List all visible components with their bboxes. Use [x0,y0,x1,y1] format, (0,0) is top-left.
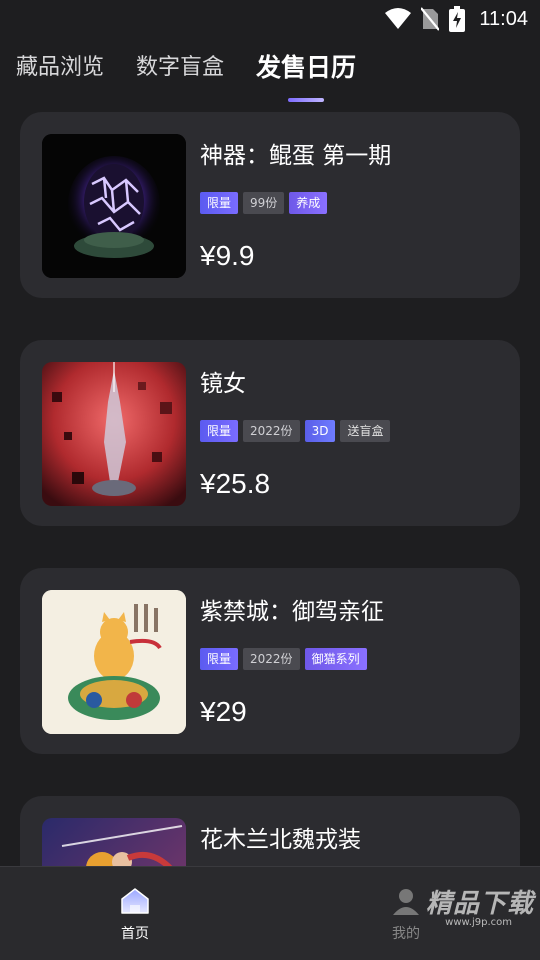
no-sim-icon [421,7,440,31]
tag-gift-blind-box: 送盲盒 [340,420,391,442]
tag-limited: 限量 [200,648,239,670]
home-icon [120,887,150,919]
item-tags: 限量 2022份 3D 送盲盒 [200,420,391,442]
item-tags: 限量 2022份 御猫系列 [200,648,367,670]
tag-edition-count: 2022份 [243,420,300,442]
item-thumbnail [42,134,186,278]
tab-release-calendar-label: 发售日历 [256,53,357,82]
item-title: 神器：鲲蛋 第一期 [200,143,392,169]
list-item[interactable]: 神器：鲲蛋 第一期 限量 99份 养成 ¥9.9 [20,112,520,298]
item-price: ¥9.9 [200,240,255,271]
tag-edition-count: 2022份 [243,648,300,670]
nav-home[interactable]: 首页 [105,887,165,943]
item-price: ¥29 [200,696,247,727]
item-thumbnail [42,362,186,506]
item-tags: 限量 99份 养成 [200,192,328,214]
watermark-text: 精品下载 [425,889,534,919]
watermark-logo: 精品下载 [426,883,534,920]
watermark-url: www.j9p.com [445,917,512,928]
battery-charging-icon [449,6,466,32]
item-price: ¥25.8 [200,468,271,499]
tag-edition-count: 99份 [243,192,285,214]
nav-mine-label: 我的 [392,926,420,942]
item-title: 紫禁城：御驾亲征 [200,599,384,625]
tag-3d: 3D [304,420,336,442]
tag-limited: 限量 [200,192,239,214]
status-time: 11:04 [479,7,528,30]
item-title: 花木兰北魏戎装 [200,827,361,853]
wifi-icon [385,8,412,30]
tab-release-calendar[interactable]: 发售日历 [256,46,357,102]
tab-digital-blind-box[interactable]: 数字盲盒 [136,46,224,90]
tag-limited: 限量 [200,420,239,442]
item-thumbnail [42,590,186,734]
nav-home-label: 首页 [121,926,149,942]
list-item[interactable]: 紫禁城：御驾亲征 限量 2022份 御猫系列 ¥29 [20,568,520,754]
bottom-nav: 首页 我的 精品下载 www.j9p.com [0,866,540,960]
item-title: 镜女 [200,371,246,397]
tag-series: 御猫系列 [304,648,367,670]
tab-collection-browse[interactable]: 藏品浏览 [16,46,104,90]
top-tabs: 藏品浏览 数字盲盒 发售日历 [16,46,356,106]
list-item[interactable]: 镜女 限量 2022份 3D 送盲盒 ¥25.8 [20,340,520,526]
user-icon [391,887,421,919]
status-bar: 11:04 [0,0,540,38]
tag-category: 养成 [289,192,328,214]
active-tab-indicator [288,98,325,102]
